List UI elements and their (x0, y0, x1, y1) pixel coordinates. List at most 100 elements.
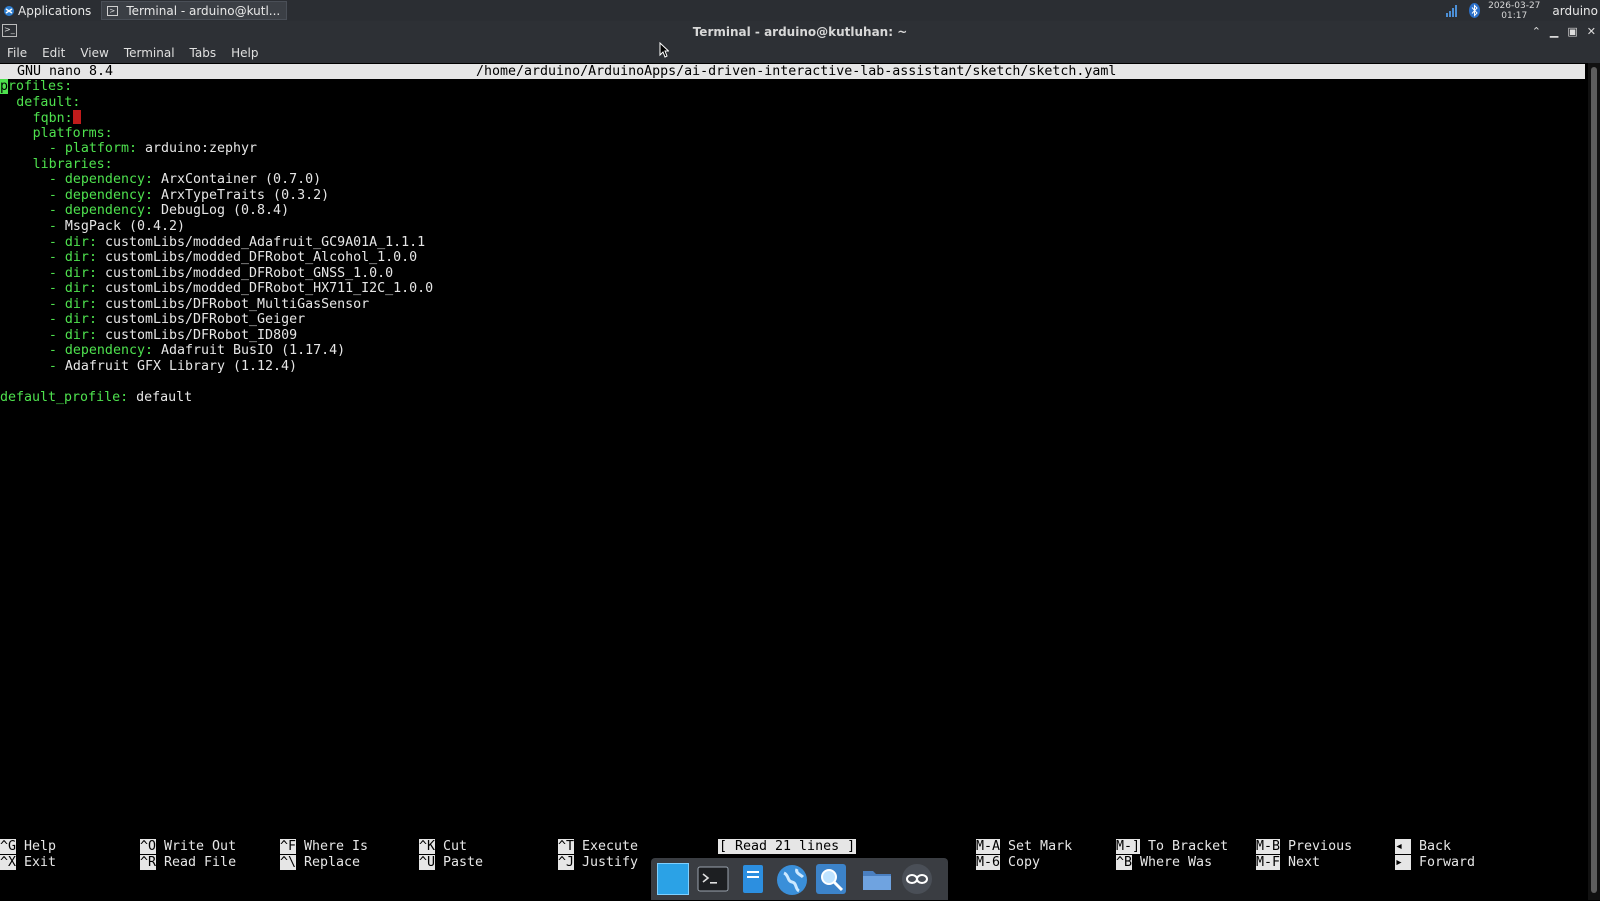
arduino-icon[interactable] (901, 863, 933, 895)
shortcut-forward[interactable]: ▸ Forward (1395, 854, 1476, 871)
yaml-key: fqbn (32, 111, 65, 127)
terminal-window-icon[interactable]: >_ (2, 24, 17, 37)
yaml-line: - dependency: ArxTypeTraits (0.3.2) (49, 188, 329, 204)
network-signal-icon[interactable] (1445, 4, 1459, 17)
menu-edit[interactable]: Edit (35, 46, 73, 60)
shortcut-key: ^\ (280, 854, 297, 870)
shortcut-justify[interactable]: ^J Justify (558, 854, 638, 871)
shortcut-exit[interactable]: ^X Exit (0, 854, 56, 871)
shortcut-key: ^G (0, 839, 17, 854)
yaml-separator: : (88, 327, 105, 343)
list-dash: - (48, 250, 65, 266)
yaml-separator: : (144, 343, 161, 359)
shortcut-execute[interactable]: ^T Execute (558, 839, 638, 855)
shortcut-back[interactable]: ◂ Back (1395, 839, 1451, 855)
yaml-key: platform (64, 141, 129, 157)
shortcut-key: ^X (0, 854, 17, 870)
yaml-separator: : (88, 265, 105, 281)
yaml-value: DebugLog (0.8.4) (160, 203, 290, 219)
shortcut-paste[interactable]: ^U Paste (419, 854, 484, 871)
yaml-line: - dependency: DebugLog (0.8.4) (49, 203, 289, 219)
shortcut-label: Copy (1000, 854, 1041, 870)
yaml-line: libraries: (33, 157, 113, 173)
taskbar-terminal-button[interactable]: > Terminal - arduino@kutl... (101, 1, 288, 20)
menu-help[interactable]: Help (224, 46, 266, 60)
list-dash: - (48, 327, 65, 343)
shortcut-key: ^U (419, 854, 436, 870)
list-dash: - (48, 234, 65, 250)
shortcut-label: Forward (1411, 854, 1476, 870)
shortcut-previous[interactable]: M-B Previous (1256, 839, 1352, 855)
terminal-task-icon: > (107, 5, 119, 16)
menu-view[interactable]: View (73, 46, 116, 60)
yaml-separator: : (64, 111, 73, 127)
user-menu[interactable]: arduino (1552, 4, 1598, 18)
yaml-key: dependency (64, 172, 145, 188)
yaml-line: - dir: customLibs/DFRobot_ID809 (49, 328, 297, 344)
shortcut-key: ^T (558, 839, 575, 854)
shortcut-key: ^O (140, 839, 157, 854)
yaml-value: default (136, 390, 193, 405)
trailing-whitespace-marker (72, 110, 81, 125)
shortcut-label: To Bracket (1140, 839, 1229, 854)
web-browser-icon[interactable] (775, 863, 807, 895)
shortcut-where-was[interactable]: ^B Where Was (1116, 854, 1212, 871)
yaml-key: default_profile (0, 390, 121, 405)
window-title: Terminal - arduino@kutluhan: ~ (692, 24, 908, 39)
clock[interactable]: 2026-03-27 01:17 (1488, 1, 1540, 21)
top-panel: Applications > Terminal - arduino@kutl..… (0, 0, 1600, 21)
shortcut-replace[interactable]: ^\ Replace (280, 854, 361, 871)
menu-terminal[interactable]: Terminal (117, 46, 183, 60)
applications-menu-button[interactable]: Applications (0, 0, 95, 21)
bluetooth-icon[interactable] (1469, 3, 1481, 18)
shortcut-help[interactable]: ^G Help (0, 839, 56, 855)
minimize-window-icon[interactable]: ▁ (1550, 25, 1558, 38)
terminal-area[interactable]: GNU nano 8.4 /home/arduino/ArduinoApps/a… (0, 63, 1588, 900)
scrollbar-thumb[interactable] (1591, 67, 1597, 893)
shortcut-where-is[interactable]: ^F Where Is (280, 839, 368, 855)
terminal-scrollbar[interactable] (1588, 63, 1600, 900)
search-icon[interactable] (815, 863, 847, 895)
yaml-separator: : (88, 234, 105, 250)
list-dash: - (48, 172, 65, 188)
yaml-value: customLibs/DFRobot_ID809 (104, 327, 298, 343)
window-titlebar[interactable]: >_ Terminal - arduino@kutluhan: ~ ⌃ ▁ ▣ … (0, 21, 1600, 42)
terminal-icon[interactable] (697, 863, 729, 895)
yaml-key: dir (64, 250, 89, 266)
shortcut-label: Next (1280, 854, 1321, 870)
shortcut-label: Paste (435, 854, 484, 870)
shortcut-label: Replace (296, 854, 361, 870)
folder-icon[interactable] (861, 863, 893, 895)
shortcut-label: Execute (574, 839, 639, 854)
list-dash: - (48, 218, 65, 234)
shortcut-key: ^B (1116, 854, 1133, 870)
shortcut-to-bracket[interactable]: M-] To Bracket (1116, 839, 1228, 855)
list-dash: - (48, 358, 65, 374)
shortcut-label: Help (16, 839, 57, 854)
shortcut-write-out[interactable]: ^O Write Out (140, 839, 236, 855)
yaml-value: Adafruit GFX Library (1.12.4) (64, 358, 298, 374)
file-manager-icon[interactable] (737, 863, 769, 895)
menu-file[interactable]: File (0, 46, 35, 60)
shortcut-set-mark[interactable]: M-A Set Mark (976, 839, 1072, 855)
yaml-line: - dir: customLibs/modded_Adafruit_GC9A01… (49, 235, 425, 251)
yaml-separator: : (144, 203, 161, 219)
shortcut-label: Read File (156, 854, 237, 870)
shortcut-next[interactable]: M-F Next (1256, 854, 1321, 871)
menu-tabs[interactable]: Tabs (183, 46, 225, 60)
maximize-window-icon[interactable]: ▣ (1567, 25, 1577, 38)
shortcut-copy[interactable]: M-6 Copy (976, 854, 1041, 871)
shortcut-label: Back (1411, 839, 1452, 854)
list-dash: - (48, 281, 65, 297)
yaml-value: Adafruit BusIO (1.17.4) (160, 343, 346, 359)
shortcut-cut[interactable]: ^K Cut (419, 839, 467, 855)
yaml-separator: : (128, 141, 145, 157)
desktop-icon[interactable] (657, 863, 689, 895)
yaml-line: default: (16, 95, 80, 111)
yaml-value: customLibs/DFRobot_Geiger (104, 312, 306, 328)
taskbar-terminal-label: Terminal - arduino@kutl... (126, 3, 281, 18)
yaml-key: dir (64, 234, 89, 250)
close-window-icon[interactable]: ✕ (1587, 25, 1596, 38)
shortcut-read-file[interactable]: ^R Read File (140, 854, 237, 871)
shade-window-icon[interactable]: ⌃ (1532, 25, 1541, 38)
